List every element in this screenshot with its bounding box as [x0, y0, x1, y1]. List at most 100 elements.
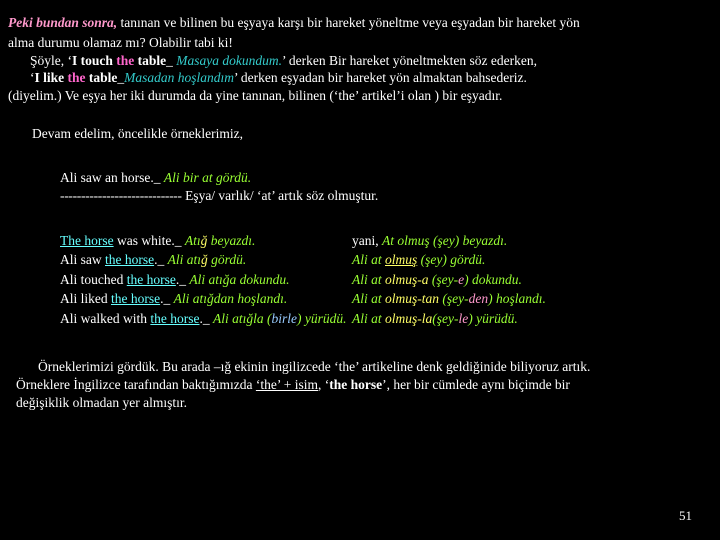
row3-right-seg1: olmuş-a — [385, 271, 429, 287]
example-line-1: Ali saw an horse._ Ali bir at gördü. — [60, 169, 712, 187]
example-dashes: ----------------------------- — [60, 187, 182, 203]
row2-left-seg3: Ali — [167, 252, 187, 268]
row1-left-seg2: Atı — [184, 232, 201, 248]
table-row-left: Ali touched the horse._ Ali atığa dokund… — [60, 270, 352, 290]
row4-left-seg1: the horse — [111, 291, 161, 307]
table-row-left: The horse was white._ Atığ beyazdı. — [60, 231, 352, 251]
table-row-right: Ali at olmuş-la(şey-le) yürüdü. — [352, 309, 712, 329]
intro-line-3-the: the — [116, 52, 138, 68]
row5-right-seg4: ) yürüdü. — [468, 310, 518, 326]
tail-line-2-term2: the horse — [329, 377, 383, 393]
tail-line-1: Örneklerimizi gördük. Bu arada –ığ ekini… — [38, 359, 591, 375]
row5-right-seg0: Ali at — [352, 310, 385, 326]
row3-left-seg1: the horse — [126, 271, 176, 287]
intro-line-3-e: _ — [166, 52, 177, 68]
row2-left-seg6: gördü. — [207, 252, 247, 268]
tail-line-3: değişiklik olmadan yer almıştır. — [16, 394, 187, 410]
row3-right-seg2: (şey- — [428, 271, 459, 287]
row2-left-seg5: ğ — [201, 252, 208, 268]
row3-left-seg4: atığa — [208, 271, 237, 287]
row1-left-seg0: The horse — [60, 232, 114, 248]
row1-left-seg4: beyazdı. — [207, 232, 256, 248]
row1-left-seg1: was white._ — [113, 232, 185, 248]
table-row-left: Ali saw the horse._ Ali atığ gördü. — [60, 250, 352, 270]
devam-line: Devam edelim, öncelikle örneklerimiz, — [32, 126, 244, 142]
example-line-1-tr: Ali bir at gördü. — [163, 169, 252, 185]
row5-left-seg0: Ali walked with — [60, 310, 151, 326]
row4-right-seg4: ) hoşlandı. — [488, 291, 546, 307]
tail-line-2-a: Örneklere İngilizce tarafından baktığımı… — [16, 377, 256, 393]
example-line-2: ----------------------------- Eşya/ varl… — [60, 187, 712, 205]
table-row-right: yani, At olmuş (şey) beyazdı. — [352, 231, 712, 251]
row3-left-seg3: Ali — [189, 271, 209, 287]
example-line-1-en: Ali saw an horse._ — [60, 169, 164, 185]
row5-right-seg1: olmuş-la — [385, 310, 433, 326]
intro-line-4: ‘I like the table_Masadan hoşlandım’ der… — [8, 69, 712, 87]
table-row-left: Ali liked the horse._ Ali atığdan hoşlan… — [60, 289, 352, 309]
intro-line-3-b: I touch — [72, 52, 117, 68]
row4-left-seg3: Ali — [173, 291, 193, 307]
row5-right-seg3: le — [458, 310, 469, 326]
row5-left-seg1: the horse — [150, 310, 200, 326]
row5-left-seg6: birle — [271, 310, 298, 326]
row5-right-seg2: (şey- — [432, 310, 459, 326]
intro-line-3-a: Şöyle, ‘ — [30, 52, 72, 68]
page-number: 51 — [679, 508, 692, 523]
row2-left-seg0: Ali saw — [60, 252, 105, 268]
intro-line-4-d: table — [88, 70, 118, 86]
row3-right-seg4: ) dokundu. — [464, 271, 522, 287]
intro-line-4-tr: Masadan hoşlandım — [124, 70, 235, 86]
intro-line-5: (diyelim.) Ve eşya her iki durumda da yi… — [8, 88, 503, 104]
row2-right-seg0: Ali at — [352, 252, 385, 268]
intro-line-1-rest: tanınan ve bilinen bu eşyaya karşı bir h… — [117, 15, 580, 30]
row5-left-seg5: ( — [263, 310, 272, 326]
intro-line-1: Peki bundan sonra, tanınan ve bilinen bu… — [8, 14, 712, 32]
row5-left-seg3: Ali — [212, 310, 233, 326]
row5-left-seg2: ._ — [199, 310, 213, 326]
intro-line-3-tr: Masaya dokundum. — [176, 52, 282, 68]
row2-right-seg1: olmuş — [385, 252, 418, 268]
intro-paragraph: Peki bundan sonra, tanınan ve bilinen bu… — [8, 14, 712, 105]
tail-line-2-e: ’, her bir cümlede aynı biçimde bir — [382, 377, 570, 393]
row5-left-seg4: atığla — [232, 310, 264, 326]
row4-right-seg3: den — [468, 291, 489, 307]
intro-line-3-d: table — [137, 52, 167, 68]
row2-left-seg2: ._ — [154, 252, 168, 268]
row2-right-seg2: (şey) gördü. — [417, 252, 486, 268]
row3-left-seg2: ._ — [175, 271, 190, 287]
table-row-right: Ali at olmuş (şey) gördü. — [352, 250, 712, 270]
row3-left-seg5: dokundu. — [236, 271, 290, 287]
intro-line-3-g: ’ derken Bir hareket yöneltmekten söz ed… — [282, 52, 538, 68]
example-block: Ali saw an horse._ Ali bir at gördü. ---… — [8, 169, 712, 205]
row4-right-seg0: Ali at — [352, 291, 385, 307]
row3-right-seg0: Ali at — [352, 271, 385, 287]
table-row-right: Ali at olmuş-tan (şey-den) hoşlandı. — [352, 289, 712, 309]
tail-line-2-term1: ‘the’ + isim — [255, 377, 318, 393]
table-row-left: Ali walked with the horse._ Ali atığla (… — [60, 309, 352, 329]
table-row-right: Ali at olmuş-a (şey-e) dokundu. — [352, 270, 712, 290]
row4-left-seg2: ._ — [160, 291, 174, 307]
table-row: Ali liked the horse._ Ali atığdan hoşlan… — [60, 289, 712, 309]
row4-right-seg1: olmuş-tan — [385, 291, 439, 307]
row4-left-seg4: atığdan — [192, 291, 234, 307]
row5-left-seg7: ) yürüdü. — [297, 310, 347, 326]
table-row: Ali saw the horse._ Ali atığ gördü. Ali … — [60, 250, 712, 270]
intro-line-3: Şöyle, ‘I touch the table_ Masaya dokund… — [8, 52, 712, 70]
intro-line-2: alma durumu olamaz mı? Olabilir tabi ki! — [8, 34, 233, 50]
row3-left-seg0: Ali touched — [60, 271, 127, 287]
row2-left-seg1: the horse — [105, 252, 155, 268]
table-row: The horse was white._ Atığ beyazdı. yani… — [60, 231, 712, 251]
example-line-2-text: Eşya/ varlık/ ‘at’ artık söz olmuştur. — [181, 187, 379, 203]
devam-block: Devam edelim, öncelikle örneklerimiz, — [8, 125, 712, 143]
row4-left-seg5: hoşlandı. — [234, 291, 288, 307]
tail-line-2: Örneklere İngilizce tarafından baktığımı… — [16, 376, 712, 394]
table-row: Ali walked with the horse._ Ali atığla (… — [60, 309, 712, 329]
tail-block: Örneklerimizi gördük. Bu arada –ığ ekini… — [8, 358, 712, 411]
row1-right-seg1: At olmuş (şey) beyazdı. — [382, 232, 508, 248]
row1-right-seg0: yani, — [352, 232, 382, 248]
slide-root: Peki bundan sonra, tanınan ve bilinen bu… — [0, 0, 720, 540]
tail-line-2-c: , ‘ — [318, 377, 330, 393]
intro-line-4-g: ’ derken eşyadan bir hareket yön almakta… — [234, 70, 527, 86]
row4-left-seg0: Ali liked — [60, 291, 111, 307]
intro-line-4-b: I like — [34, 70, 68, 86]
